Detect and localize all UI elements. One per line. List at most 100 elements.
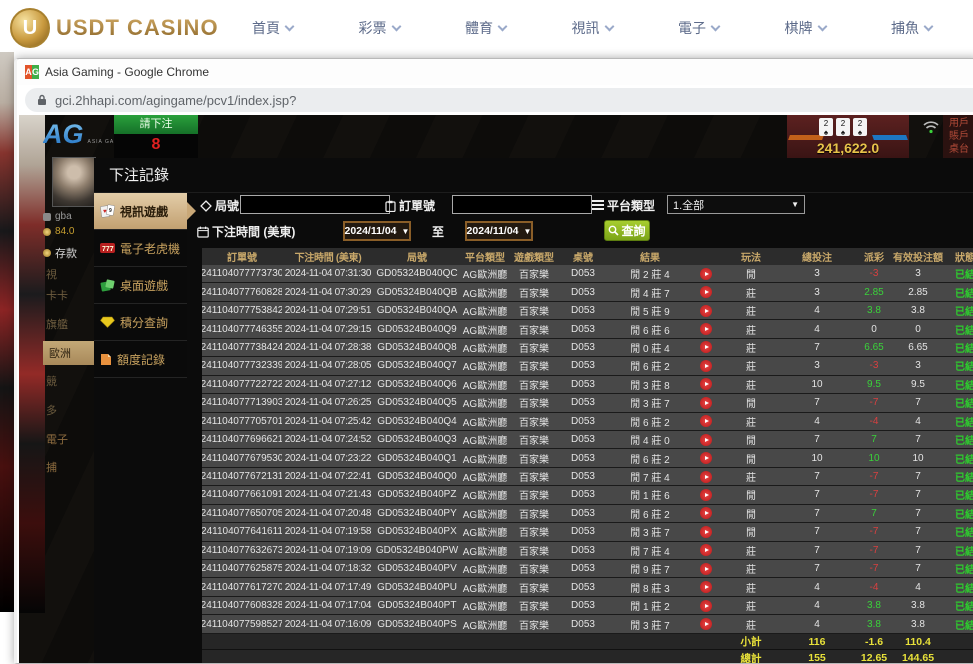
platform-select[interactable]: 1.全部 ▼ bbox=[667, 195, 805, 214]
replay-play-button[interactable] bbox=[700, 618, 712, 630]
cell-order: 241104077753842 bbox=[202, 302, 282, 319]
background-photo-strip bbox=[0, 52, 14, 612]
cell-play: 閒 bbox=[720, 394, 782, 411]
deposit-button[interactable]: 存款 bbox=[43, 245, 77, 261]
replay-play-button[interactable] bbox=[700, 507, 712, 519]
cell-replay bbox=[692, 394, 720, 411]
cell-valid: 7 bbox=[896, 486, 940, 503]
replay-play-button[interactable] bbox=[700, 286, 712, 298]
cell-play: 閒 bbox=[720, 486, 782, 503]
replay-play-button[interactable] bbox=[700, 563, 712, 575]
sidebar-item-credit-records[interactable]: 額度記錄 bbox=[94, 341, 187, 378]
cell-bet: 4 bbox=[782, 597, 852, 614]
replay-play-button[interactable] bbox=[700, 397, 712, 409]
sidebar-item-slots[interactable]: 777 電子老虎機 bbox=[94, 230, 187, 267]
cell-bet: 10 bbox=[782, 449, 852, 466]
replay-play-button[interactable] bbox=[700, 526, 712, 538]
chrome-titlebar[interactable]: AG Asia Gaming - Google Chrome bbox=[17, 59, 973, 85]
play-icon bbox=[705, 530, 709, 534]
cell-status: 已結 bbox=[940, 468, 973, 485]
cell-valid: 7 bbox=[896, 505, 940, 522]
cell-result: 閒 6 莊 2 bbox=[608, 449, 692, 466]
nav-item-lottery[interactable]: 彩票 bbox=[359, 18, 400, 38]
cell-platform: AG歐洲廳 bbox=[460, 265, 510, 282]
replay-play-button[interactable] bbox=[700, 268, 712, 280]
replay-play-button[interactable] bbox=[700, 378, 712, 390]
label-table[interactable]: 桌台 bbox=[949, 143, 973, 156]
replay-play-button[interactable] bbox=[700, 434, 712, 446]
table-body: 241104077773730 2024-11-04 07:31:30 GD05… bbox=[202, 265, 973, 634]
cell-round: GD05324B040Q0 bbox=[374, 468, 460, 485]
sidebar-item-table-games[interactable]: 桌面遊戲 bbox=[94, 267, 187, 304]
chevron-down-icon bbox=[604, 21, 614, 31]
replay-play-button[interactable] bbox=[700, 415, 712, 427]
nav-item-fishing[interactable]: 捕魚 bbox=[891, 18, 932, 38]
cell-order: 241104077632673 bbox=[202, 542, 282, 559]
cell-payout: -7 bbox=[852, 523, 896, 540]
sidebar-item-fishing[interactable]: 捕 bbox=[46, 459, 98, 475]
nav-item-sports[interactable]: 體育 bbox=[465, 18, 506, 38]
sidebar-item-cagayan[interactable]: 卡卡 bbox=[46, 287, 98, 303]
lock-icon bbox=[37, 94, 47, 106]
total-label: 總計 bbox=[720, 650, 782, 663]
game-table-tile[interactable]: 2♠ 2♠ 2♠ 241,622.0 bbox=[787, 115, 909, 158]
cell-time: 2024-11-04 07:16:09 bbox=[282, 615, 374, 632]
table-row: 241104077760828 2024-11-04 07:30:29 GD05… bbox=[202, 283, 973, 301]
cell-valid: 7 bbox=[896, 468, 940, 485]
replay-play-button[interactable] bbox=[700, 323, 712, 335]
cell-play: 莊 bbox=[720, 413, 782, 430]
sidebar-item-europe[interactable]: 歐洲 bbox=[43, 341, 99, 365]
replay-play-button[interactable] bbox=[700, 360, 712, 372]
replay-play-button[interactable] bbox=[700, 305, 712, 317]
replay-play-button[interactable] bbox=[700, 341, 712, 353]
cell-platform: AG歐洲廳 bbox=[460, 339, 510, 356]
sidebar-item-live[interactable]: 視 bbox=[46, 266, 98, 282]
sidebar-item-video-games[interactable]: ♥9 視訊遊戲 bbox=[94, 193, 187, 230]
cell-payout: 3.8 bbox=[852, 597, 896, 614]
cell-time: 2024-11-04 07:27:12 bbox=[282, 376, 374, 393]
cell-replay bbox=[692, 523, 720, 540]
order-filter-label: 訂單號 bbox=[385, 197, 435, 214]
url-bar[interactable]: gci.2hhapi.com/agingame/pcv1/index.jsp? bbox=[25, 88, 973, 112]
nav-item-live[interactable]: 視訊 bbox=[572, 18, 613, 38]
date-to-select[interactable]: 2024/11/04▼ bbox=[465, 221, 533, 241]
nav-item-slots[interactable]: 電子 bbox=[678, 18, 719, 38]
replay-play-button[interactable] bbox=[700, 581, 712, 593]
replay-play-button[interactable] bbox=[700, 544, 712, 556]
order-input[interactable] bbox=[452, 195, 592, 214]
cell-order: 241104077705701 bbox=[202, 413, 282, 430]
cell-payout: -7 bbox=[852, 394, 896, 411]
site-logo[interactable]: U USDT CASINO bbox=[10, 8, 219, 48]
sidebar-item-competition[interactable]: 競 bbox=[46, 373, 98, 389]
cell-platform: AG歐洲廳 bbox=[460, 283, 510, 300]
cell-bet: 4 bbox=[782, 578, 852, 595]
cell-order: 241104077650705 bbox=[202, 505, 282, 522]
sidebar-item-points-query[interactable]: 積分查詢 bbox=[94, 304, 187, 341]
label-account[interactable]: 賬戶 bbox=[949, 130, 973, 143]
search-button[interactable]: 查詢 bbox=[604, 220, 650, 241]
cell-time: 2024-11-04 07:31:30 bbox=[282, 265, 374, 282]
sidebar-item-flagship[interactable]: 旗艦 bbox=[46, 316, 98, 332]
balance-row: 84.0 bbox=[43, 226, 74, 237]
sidebar-item-slots[interactable]: 電子 bbox=[46, 431, 98, 447]
cell-payout: 9.5 bbox=[852, 376, 896, 393]
nav-item-cards[interactable]: 棋牌 bbox=[785, 18, 826, 38]
site-header: U USDT CASINO 首頁 彩票 體育 視訊 電子 棋牌 捕魚 bbox=[0, 0, 973, 58]
cell-game: 百家樂 bbox=[510, 302, 558, 319]
cell-payout: -4 bbox=[852, 578, 896, 595]
date-from-select[interactable]: 2024/11/04▼ bbox=[343, 221, 411, 241]
replay-play-button[interactable] bbox=[700, 452, 712, 464]
bet-records-modal: 下注記錄 ♥9 視訊遊戲 777 電子老虎機 bbox=[94, 158, 973, 663]
sidebar-item-multi[interactable]: 多 bbox=[46, 402, 98, 418]
nav-item-home[interactable]: 首頁 bbox=[252, 18, 293, 38]
play-icon bbox=[705, 327, 709, 331]
replay-play-button[interactable] bbox=[700, 600, 712, 612]
round-input[interactable] bbox=[240, 195, 390, 214]
cell-replay bbox=[692, 486, 720, 503]
label-user[interactable]: 用戶 bbox=[949, 117, 973, 130]
replay-play-button[interactable] bbox=[700, 489, 712, 501]
cell-table: D053 bbox=[558, 468, 608, 485]
table-row: 241104077705701 2024-11-04 07:25:42 GD05… bbox=[202, 413, 973, 431]
cell-replay bbox=[692, 265, 720, 282]
replay-play-button[interactable] bbox=[700, 471, 712, 483]
